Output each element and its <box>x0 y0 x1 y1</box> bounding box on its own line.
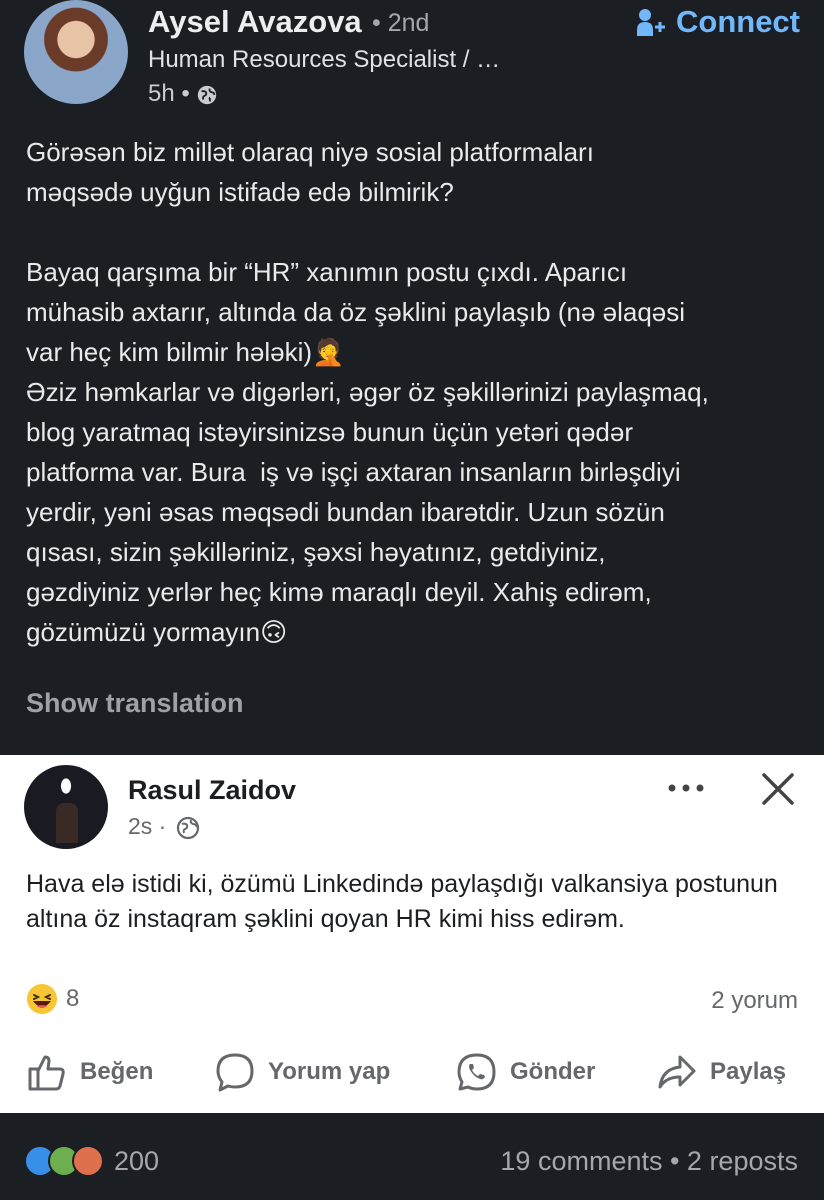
embed-post-text: Hava elə istidi ki, özümü Linkedində pay… <box>26 870 778 933</box>
author-name[interactable]: Aysel Avazova <box>148 4 362 40</box>
close-icon <box>762 773 794 805</box>
embed-like-action: Beğen <box>26 1051 153 1093</box>
embed-action-bar: Beğen Yorum yap Gönder Paylaş <box>0 1051 824 1101</box>
embed-author-name: Rasul Zaidov <box>128 775 297 805</box>
embed-comment-action: Yorum yap <box>214 1051 390 1093</box>
globe-icon <box>176 816 200 840</box>
like-label: Beğen <box>80 1058 154 1085</box>
connect-button[interactable]: Connect <box>636 4 800 40</box>
share-label: Paylaş <box>710 1058 787 1085</box>
comment-icon <box>216 1053 254 1092</box>
embed-share-action: Paylaş <box>656 1051 786 1093</box>
share-icon <box>658 1055 696 1089</box>
reaction-count: 200 <box>114 1145 160 1176</box>
linkedin-post: Aysel Avazova • 2nd Human Resources Spec… <box>0 0 824 755</box>
embed-author-avatar <box>24 765 108 849</box>
author-avatar[interactable] <box>24 0 128 104</box>
support-reaction-icon <box>72 1145 104 1177</box>
send-label: Gönder <box>510 1058 596 1085</box>
post-body: Görəsən biz millət olaraq niyə sosial pl… <box>26 137 709 647</box>
connect-label: Connect <box>676 4 800 39</box>
embed-reaction-count: 8 <box>66 985 80 1012</box>
embedded-post-image: Rasul Zaidov 2s · Hava elə istidi ki, öz… <box>0 755 824 1113</box>
embed-comment-count: 2 yorum <box>711 987 798 1014</box>
reactions-summary[interactable]: 200 <box>24 1145 159 1177</box>
comment-label: Yorum yap <box>268 1058 391 1085</box>
post-time: 5h • <box>148 80 190 107</box>
whatsapp-icon <box>457 1053 496 1091</box>
thumbs-up-icon <box>28 1055 65 1091</box>
comments-reposts-count[interactable]: 19 comments • 2 reposts <box>500 1146 798 1177</box>
more-icon <box>668 784 704 792</box>
connection-degree: • 2nd <box>372 9 430 37</box>
embed-post-time: 2s · <box>128 813 167 839</box>
globe-icon <box>197 85 217 105</box>
author-headline: Human Resources Specialist / … <box>148 46 501 73</box>
embed-reactions: 8 <box>26 983 79 1015</box>
show-translation-link[interactable]: Show translation <box>26 688 244 719</box>
post-social-counts: 200 19 comments • 2 reposts <box>0 1113 824 1200</box>
laughing-emoji-icon <box>27 984 57 1014</box>
embed-send-action: Gönder <box>456 1051 595 1093</box>
add-person-icon <box>637 9 665 36</box>
